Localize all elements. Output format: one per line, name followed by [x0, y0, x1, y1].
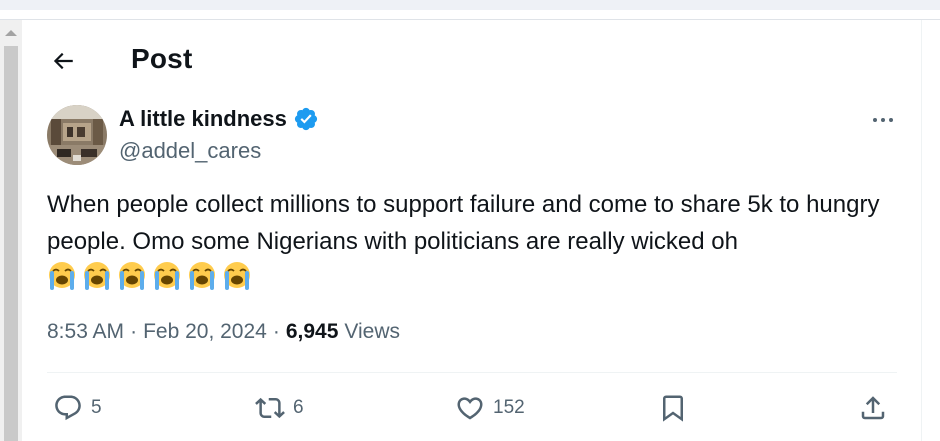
- post-text: When people collect millions to support …: [47, 191, 880, 255]
- reply-icon: [55, 395, 81, 421]
- post-date[interactable]: Feb 20, 2024: [143, 320, 267, 344]
- more-options-button[interactable]: [868, 110, 898, 130]
- scroll-up-arrow-icon[interactable]: [5, 30, 17, 36]
- heart-icon: [457, 397, 483, 420]
- loudly-crying-face-icon: [189, 262, 215, 290]
- meta-separator: ·: [272, 320, 280, 343]
- scrollbar-thumb[interactable]: [4, 46, 18, 441]
- loudly-crying-face-icon: [154, 262, 180, 290]
- bookmark-icon: [663, 395, 683, 422]
- like-count: 152: [493, 397, 525, 418]
- post-panel: Post A little kindness @addel_cares When…: [22, 20, 922, 441]
- panel-right-border: [921, 20, 922, 441]
- page-scrollbar[interactable]: [0, 20, 22, 441]
- post-meta: 8:53 AM · Feb 20, 2024 · 6,945 Views: [47, 320, 400, 344]
- arrow-left-icon: [53, 52, 73, 70]
- views-label: Views: [344, 320, 401, 343]
- repost-icon: [255, 397, 285, 419]
- browser-top-strip: [0, 0, 940, 10]
- loudly-crying-face-icon: [49, 262, 75, 290]
- like-button[interactable]: 152: [455, 390, 525, 426]
- repost-button[interactable]: 6: [255, 390, 304, 426]
- loudly-crying-face-icon: [119, 262, 145, 290]
- views-count: 6,945: [285, 320, 339, 343]
- author-handle[interactable]: @addel_cares: [119, 138, 261, 164]
- author-name[interactable]: A little kindness: [119, 106, 287, 132]
- meta-separator: ·: [130, 320, 138, 343]
- share-button[interactable]: [858, 390, 888, 426]
- author-name-row[interactable]: A little kindness: [119, 106, 319, 132]
- bookmark-button[interactable]: [658, 390, 688, 426]
- emoji-row: [47, 260, 252, 290]
- reply-count: 5: [91, 397, 102, 418]
- avatar[interactable]: [47, 105, 107, 165]
- page-title: Post: [131, 43, 193, 74]
- verified-badge-icon: [294, 107, 317, 131]
- post-header: Post: [22, 20, 922, 100]
- share-icon: [861, 396, 885, 420]
- post-time[interactable]: 8:53 AM: [47, 320, 124, 344]
- back-button[interactable]: [46, 44, 80, 78]
- post-actions: 5 6 152: [22, 390, 922, 430]
- loudly-crying-face-icon: [84, 262, 110, 290]
- reply-button[interactable]: 5: [53, 390, 102, 426]
- actions-divider: [47, 372, 897, 373]
- repost-count: 6: [293, 397, 304, 418]
- ellipsis-icon: [873, 118, 893, 122]
- loudly-crying-face-icon: [224, 262, 250, 290]
